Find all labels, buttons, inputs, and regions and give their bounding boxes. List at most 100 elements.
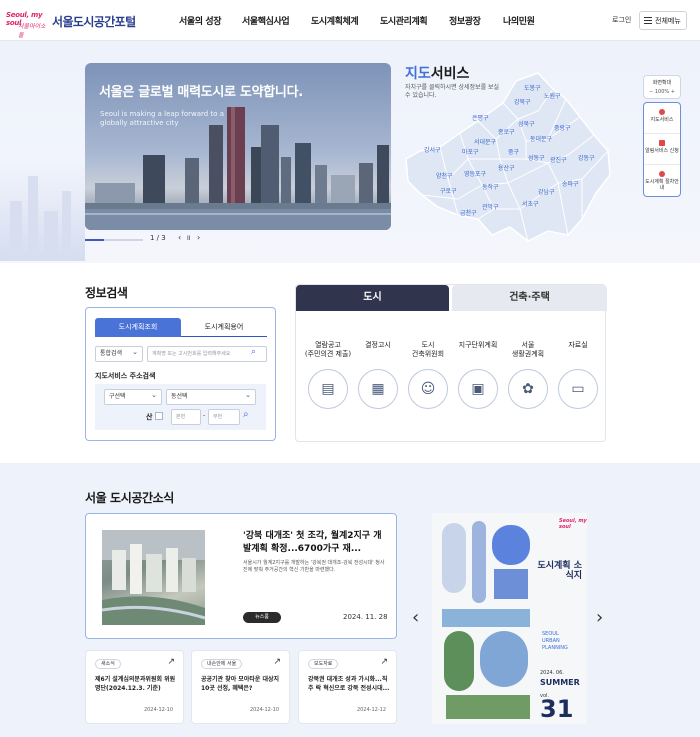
main-number-input[interactable]: 본번 xyxy=(171,409,201,425)
news-card-title: 제6기 설계심의분과위원회 위원 명단(2024.12.3. 기준) xyxy=(95,676,176,692)
tab-building-housing[interactable]: 건축·주택 xyxy=(452,285,607,311)
sub-number-input[interactable]: 부번 xyxy=(208,409,240,425)
all-menu-button[interactable]: 전체메뉴 xyxy=(639,11,687,30)
district-seongdong[interactable]: 성동구 xyxy=(528,153,545,162)
district-dongjak[interactable]: 동작구 xyxy=(482,182,499,191)
district-seocho[interactable]: 서초구 xyxy=(522,199,539,208)
dong-select[interactable]: 동선택 xyxy=(166,388,256,405)
cat-label-district-plan: 지구단위계획 xyxy=(458,341,498,349)
zoom-label: 화면확대 xyxy=(652,80,672,86)
zoom-value: 100% xyxy=(654,89,670,95)
prev-slide-button[interactable]: ‹ xyxy=(178,233,181,242)
nav-item-planning-system[interactable]: 도시계획체계 xyxy=(311,14,359,27)
district-yongsan[interactable]: 용산구 xyxy=(498,163,515,172)
news-card[interactable]: 보도자료 ↗ 강북권 대개조 성과 가시화...직주 락 혁신으로 강북 전성시… xyxy=(298,650,397,724)
plan-icon[interactable]: ▣ xyxy=(458,369,498,409)
seoul-my-soul-logo: Seoul, my soul 서울마이소울 xyxy=(6,9,48,39)
archive-icon[interactable]: ▭ xyxy=(558,369,598,409)
district-guro[interactable]: 구로구 xyxy=(440,186,457,195)
search-input[interactable]: 계획명 또는 고시번호를 입력해주세요 xyxy=(147,346,267,362)
news-card-badge: 보도자료 xyxy=(308,659,339,669)
district-geumcheon[interactable]: 금천구 xyxy=(460,208,477,217)
news-card-badge: 새소식 xyxy=(95,659,121,669)
login-link[interactable]: 로그인 xyxy=(612,15,631,25)
magazine-next-button[interactable]: › xyxy=(596,607,603,628)
tab-plan-terms[interactable]: 도시계획용어 xyxy=(181,318,267,337)
district-gangnam[interactable]: 강남구 xyxy=(538,187,555,196)
nav-item-management-plan[interactable]: 도시관리계획 xyxy=(380,14,428,27)
zoom-out-button[interactable]: − xyxy=(649,89,653,95)
archive-glyph: ▭ xyxy=(571,381,585,397)
seoul-map-icon[interactable]: ✿ xyxy=(508,369,548,409)
news-card-date: 2024-12-10 xyxy=(143,707,173,713)
news-card[interactable]: 내손안에 서울 ↗ 공공기관 찾아 모아타운 대상지 10곳 선정, 혜택은? … xyxy=(191,650,290,724)
search-type-select[interactable]: 통합검색 xyxy=(95,345,143,362)
search-icon[interactable]: ⌕ xyxy=(251,347,256,357)
document-glyph: ▦ xyxy=(371,381,385,397)
district-songpa[interactable]: 송파구 xyxy=(562,179,579,188)
mountain-checkbox[interactable] xyxy=(155,412,163,420)
district-jongno[interactable]: 종로구 xyxy=(498,127,515,136)
news-card-date: 2024-12-12 xyxy=(356,707,386,713)
next-slide-button[interactable]: › xyxy=(197,233,200,242)
district-seongbuk[interactable]: 성북구 xyxy=(518,119,535,128)
district-dobong[interactable]: 도봉구 xyxy=(524,83,541,92)
committee-icon[interactable]: ☺ xyxy=(408,369,448,409)
news-card[interactable]: 새소식 ↗ 제6기 설계심의분과위원회 위원 명단(2024.12.3. 기준)… xyxy=(85,650,184,724)
tab-city[interactable]: 도시 xyxy=(296,285,449,311)
district-gwanak[interactable]: 관악구 xyxy=(482,202,499,211)
district-jung[interactable]: 중구 xyxy=(508,147,519,156)
chat-icon[interactable]: ▤ xyxy=(308,369,348,409)
hero-subtitle: Seoul is making a leap forward to a glob… xyxy=(100,110,224,127)
category-panel: 도시 건축·주택 열람공고 (주민의견 제출) 결정고시 도시 건축위원회 지구… xyxy=(295,284,607,442)
address-search-icon[interactable]: ⌕ xyxy=(243,409,249,420)
nav-item-core-projects[interactable]: 서울핵심사업 xyxy=(242,14,290,27)
quick-map-service[interactable]: 지도서비스 xyxy=(644,103,680,134)
district-yeongdeungpo[interactable]: 영등포구 xyxy=(464,169,486,178)
pager-count: 1 / 3 xyxy=(150,234,166,242)
magazine-cover[interactable]: Seoul, my soul 도시계획 소식지 SEOUL URBAN PLAN… xyxy=(432,513,587,724)
district-mapo[interactable]: 마포구 xyxy=(462,147,479,156)
featured-news-date: 2024. 11. 28 xyxy=(343,613,388,621)
district-eunpyeong[interactable]: 은평구 xyxy=(472,113,489,122)
hero-section: 서울은 글로벌 매력도시로 도약합니다. Seoul is making a l… xyxy=(0,41,700,263)
featured-news-card[interactable]: '강북 대개조' 첫 조각, 월계2지구 개발계획 확정...6700가구 재.… xyxy=(85,513,397,639)
zoom-in-button[interactable]: + xyxy=(671,89,675,95)
hero-banner[interactable]: 서울은 글로벌 매력도시로 도약합니다. Seoul is making a l… xyxy=(85,63,391,230)
document-icon[interactable]: ▦ xyxy=(358,369,398,409)
address-search-area: 구선택 동선택 산 본번 - 부번 ⌕ xyxy=(95,384,266,430)
news-title: 서울 도시공간소식 xyxy=(85,491,174,505)
site-logo[interactable]: Seoul, my soul 서울마이소울 서울도시공간포털 xyxy=(6,8,136,39)
district-dongdaemun[interactable]: 동대문구 xyxy=(530,134,552,143)
featured-news-title: '강북 대개조' 첫 조각, 월계2지구 개발계획 확정...6700가구 재.… xyxy=(243,531,382,554)
quick-procedure-guide[interactable]: 도시계획 절차안내 xyxy=(644,165,680,196)
mail-icon xyxy=(659,140,665,146)
magazine-prev-button[interactable]: ‹ xyxy=(412,607,419,628)
cat-label-decision: 결정고시 xyxy=(365,341,391,349)
magazine-season: SUMMER xyxy=(540,678,580,687)
district-jungnang[interactable]: 중랑구 xyxy=(554,123,571,132)
quick-alert-service[interactable]: 알림서비스 신청 xyxy=(644,134,680,165)
nav-item-my-petition[interactable]: 나의민원 xyxy=(503,14,535,27)
news-card-badge: 내손안에 서울 xyxy=(201,659,243,669)
gu-select[interactable]: 구선택 xyxy=(104,388,162,405)
district-gwangjin[interactable]: 광진구 xyxy=(550,155,567,164)
district-gangdong[interactable]: 강동구 xyxy=(578,153,595,162)
quick-item-label: 지도서비스 xyxy=(650,117,674,123)
logo-slogan-ko: 서울마이소울 xyxy=(18,23,46,39)
zoom-control: 화면확대 − 100% + xyxy=(643,75,681,99)
district-gangbuk[interactable]: 강북구 xyxy=(514,97,531,106)
district-seodaemun[interactable]: 서대문구 xyxy=(474,137,496,146)
seoul-map-glyph: ✿ xyxy=(522,381,534,397)
district-gangseo[interactable]: 강서구 xyxy=(424,145,441,154)
quick-links: 지도서비스 알림서비스 신청 도시계획 절차안내 xyxy=(643,102,681,197)
tab-plan-lookup[interactable]: 도시계획조회 xyxy=(95,318,181,337)
district-nowon[interactable]: 노원구 xyxy=(544,91,561,100)
pause-button[interactable]: II xyxy=(187,235,191,242)
address-search-label: 지도서비스 주소검색 xyxy=(95,372,156,380)
plan-glyph: ▣ xyxy=(471,381,485,397)
cat-label-public-notice: 열람공고 (주민의견 제출) xyxy=(304,341,352,358)
district-yangcheon[interactable]: 양천구 xyxy=(436,171,453,180)
nav-item-growth[interactable]: 서울의 성장 xyxy=(179,14,222,27)
nav-item-info-square[interactable]: 정보광장 xyxy=(449,14,481,27)
